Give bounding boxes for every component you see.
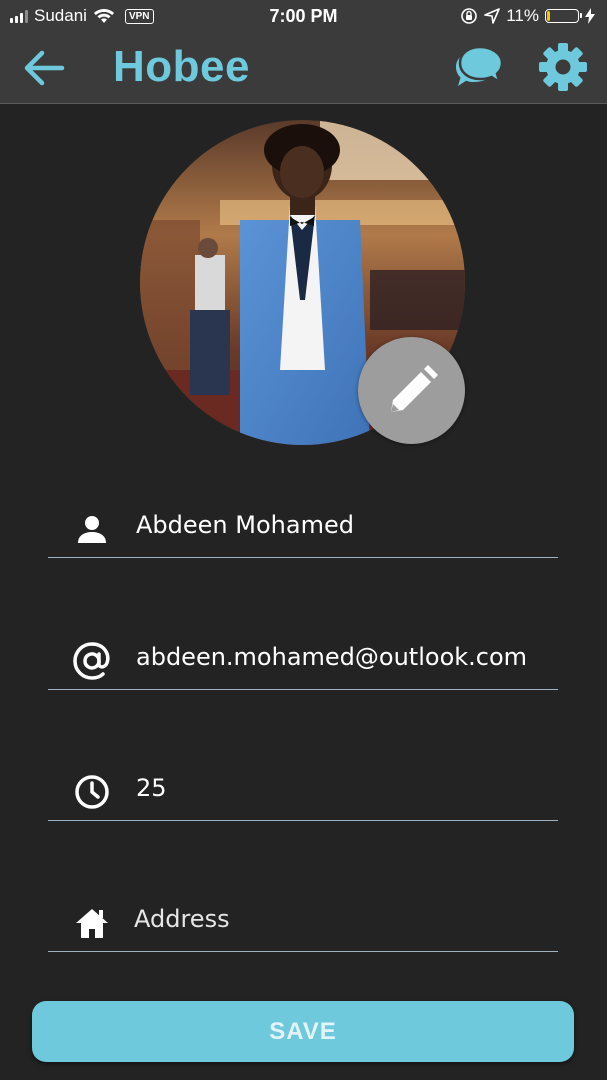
home-icon <box>72 903 112 943</box>
app-title: Hobee <box>113 42 250 91</box>
clock-icon <box>72 772 112 812</box>
charging-bolt-icon <box>585 8 595 24</box>
age-input[interactable]: 25 <box>136 774 167 802</box>
address-field[interactable]: Address <box>48 891 558 952</box>
name-input[interactable]: Abdeen Mohamed <box>136 511 354 539</box>
address-input[interactable]: Address <box>134 905 230 933</box>
email-field[interactable]: abdeen.mohamed@outlook.com <box>48 629 558 690</box>
rotation-lock-icon <box>461 8 478 24</box>
gear-icon[interactable] <box>538 42 588 92</box>
person-icon <box>72 509 112 549</box>
location-icon <box>484 8 501 24</box>
battery-fill <box>547 11 550 21</box>
edit-pencil-icon <box>390 364 438 412</box>
battery-percent: 11% <box>506 6 539 25</box>
chat-icon[interactable] <box>454 44 504 90</box>
edit-photo-button[interactable] <box>358 337 465 444</box>
status-bar: Sudani VPN 7:00 PM 11% <box>0 0 607 34</box>
at-icon <box>72 641 112 681</box>
name-field[interactable]: Abdeen Mohamed <box>48 497 558 558</box>
status-right: 11% <box>460 6 595 26</box>
save-button[interactable]: SAVE <box>32 1001 574 1062</box>
age-field[interactable]: 25 <box>48 760 558 821</box>
app-bar: Hobee <box>0 34 607 104</box>
battery-icon <box>545 9 582 23</box>
back-arrow-icon[interactable] <box>22 48 66 88</box>
email-input[interactable]: abdeen.mohamed@outlook.com <box>136 643 527 671</box>
